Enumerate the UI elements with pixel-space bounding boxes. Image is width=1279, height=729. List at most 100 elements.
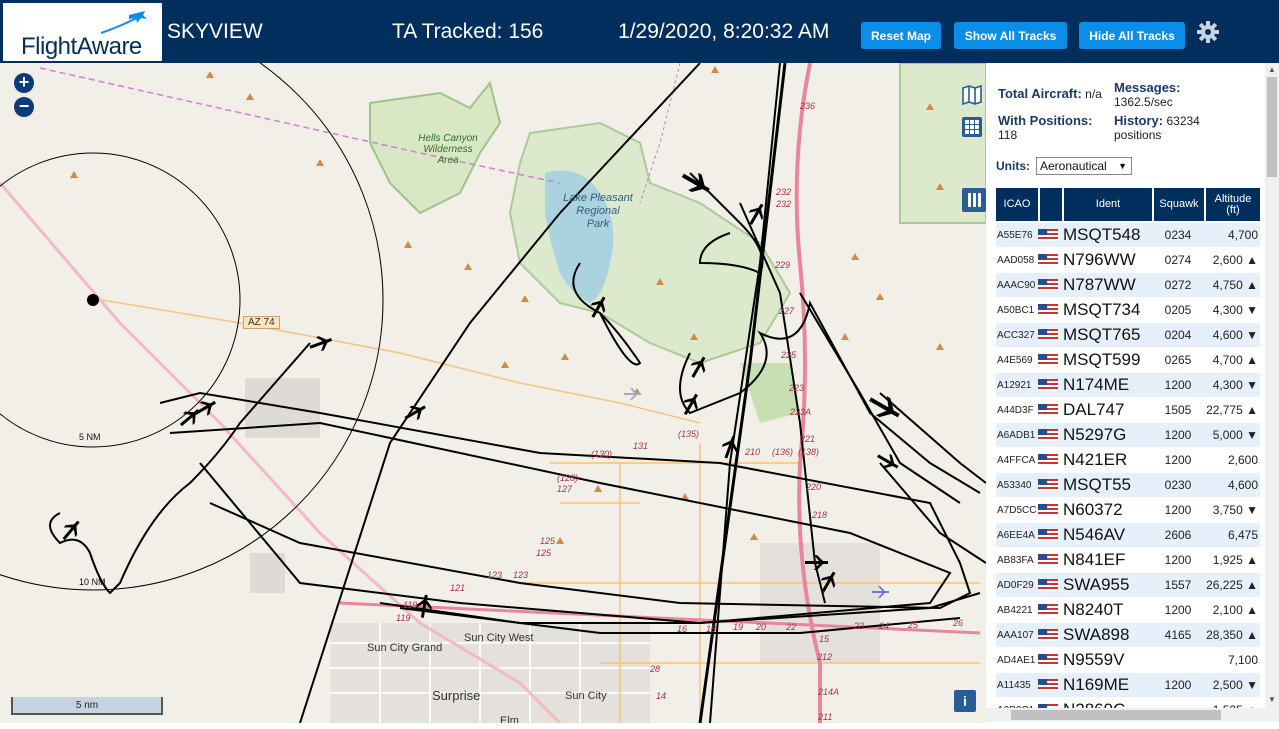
us-flag-icon [1038, 504, 1062, 516]
altitude-trend-icon: ▼ [1246, 328, 1258, 342]
cell-squawk: 0272 [1164, 278, 1192, 292]
aircraft-row[interactable]: A50BC1 MSQT734 0205 4,300 ▼ [996, 298, 1260, 323]
road-number: 24 [879, 621, 890, 631]
stat-unit: positions [1114, 128, 1162, 142]
datetime-display: 1/29/2020, 8:20:32 AM [618, 20, 830, 43]
altitude-value: 1,925 [1212, 553, 1243, 567]
aircraft-row[interactable]: A4E569 MSQT599 0265 4,700 ▲ [996, 348, 1260, 373]
aircraft-row[interactable]: A7D5CC N60372 1200 3,750 ▼ [996, 498, 1260, 523]
aircraft-row[interactable]: A11435 N169ME 1200 2,500 ▼ [996, 673, 1260, 698]
aircraft-row[interactable]: A4FFCA N421ER 1200 2,600 [996, 448, 1260, 473]
map-base-layer [0, 63, 986, 723]
map-layers-button[interactable] [960, 83, 984, 107]
aircraft-row[interactable]: AAAC90 N787WW 0272 4,750 ▲ [996, 273, 1260, 298]
road-number: 20 [756, 622, 767, 632]
info-button[interactable]: i [954, 690, 976, 712]
aircraft-row[interactable]: ACC327 MSQT765 0204 4,600 ▼ [996, 323, 1260, 348]
cell-squawk: 0230 [1164, 478, 1192, 492]
us-flag-icon [1038, 579, 1062, 591]
column-toggle-button[interactable] [962, 188, 986, 212]
aircraft-row[interactable]: A53340 MSQT55 0230 4,600 [996, 473, 1260, 498]
scrollbar-thumb[interactable] [1267, 77, 1277, 177]
scrollbar-thumb[interactable] [1011, 710, 1221, 720]
altitude-trend-icon: ▲ [1246, 628, 1258, 642]
zoom-in-button[interactable]: + [14, 73, 34, 93]
scroll-up-arrow-icon[interactable]: ▲ [1268, 65, 1276, 74]
us-flag-icon [1038, 354, 1062, 366]
units-select[interactable]: Aeronautical ▼ [1036, 157, 1132, 175]
aircraft-table-header: ICAO Ident Squawk Altitude (ft) [996, 188, 1260, 221]
column-header-icao[interactable]: ICAO [996, 188, 1038, 221]
grid-toggle-button[interactable] [960, 115, 984, 139]
cell-ident: MSQT548 [1063, 225, 1141, 244]
cell-ident: N841EF [1063, 550, 1126, 569]
cell-ident: SWA955 [1063, 575, 1130, 594]
aircraft-row[interactable]: AB4221 N8240T 1200 2,100 ▲ [996, 598, 1260, 623]
aircraft-row[interactable]: AD4AE1 N9559V 7,100 [996, 648, 1260, 673]
column-header-text: (ft) [1226, 203, 1240, 216]
sidebar-vertical-scrollbar[interactable]: ▲ ▼ [1265, 63, 1279, 708]
wilderness-label-line: Hells Canyon [418, 133, 478, 144]
aircraft-row[interactable]: A2B0C1N2869C1,525 ▲ [996, 698, 1260, 708]
range-ring-5nm-label: 5 NM [79, 432, 101, 442]
aircraft-row[interactable]: AAD058 N796WW 0274 2,600 ▲ [996, 248, 1260, 273]
cell-altitude: 2,600 ▲ [1204, 253, 1260, 267]
road-number: 19 [733, 622, 744, 632]
cell-altitude: 4,700 ▲ [1204, 353, 1260, 367]
cell-ident: N9559V [1063, 650, 1125, 669]
aircraft-row[interactable]: A44D3F DAL747 1505 22,775 ▲ [996, 398, 1260, 423]
cell-squawk: 1200 [1164, 428, 1192, 442]
aircraft-row[interactable]: AD0F29 SWA955 1557 26,225 ▲ [996, 573, 1260, 598]
column-header-flag[interactable] [1040, 188, 1062, 221]
aircraft-row[interactable]: AB83FA N841EF 1200 1,925 ▲ [996, 548, 1260, 573]
cell-altitude: 6,475 [1204, 528, 1260, 542]
top-bar: FlightAware SKYVIEW TA Tracked: 156 1/29… [0, 0, 1279, 63]
with-positions-stat: With Positions: 118 [998, 114, 1093, 143]
road-number: 127 [557, 484, 573, 494]
road-number: 131 [633, 441, 649, 451]
reset-map-button[interactable]: Reset Map [861, 22, 941, 49]
cell-squawk: 1200 [1164, 503, 1192, 517]
altitude-trend-icon: ▼ [1246, 378, 1258, 392]
hide-all-tracks-button[interactable]: Hide All Tracks [1079, 22, 1185, 49]
cell-altitude: 4,300 ▼ [1204, 303, 1260, 317]
road-number: (138) [798, 447, 820, 457]
us-flag-icon [1038, 329, 1062, 341]
cell-ident: SWA898 [1063, 625, 1130, 644]
map-canvas[interactable]: Hells Canyon Wilderness Area Lake Pleasa… [0, 63, 986, 723]
column-header-altitude[interactable]: Altitude (ft) [1206, 188, 1260, 221]
aircraft-row[interactable]: AAA107 SWA898 4165 28,350 ▲ [996, 623, 1260, 648]
road-number: 123 [487, 570, 503, 580]
flightaware-logo[interactable]: FlightAware [3, 3, 162, 61]
cell-icao: AAD058 [997, 254, 1035, 266]
aircraft-row[interactable]: A6EE4A N546AV 2606 6,475 [996, 523, 1260, 548]
show-all-tracks-button[interactable]: Show All Tracks [954, 22, 1067, 49]
road-number: 214A [818, 687, 840, 697]
app-title: SKYVIEW [167, 20, 263, 43]
cell-icao: A6ADB1 [997, 429, 1036, 441]
altitude-trend-icon: ▲ [1246, 278, 1258, 292]
road-number: 225 [781, 350, 797, 360]
cell-squawk: 0205 [1164, 303, 1192, 317]
column-header-squawk[interactable]: Squawk [1154, 188, 1204, 221]
altitude-value: 4,700 [1227, 228, 1258, 242]
cell-icao: A7D5CC [997, 504, 1037, 516]
aircraft-row[interactable]: A12921 N174ME 1200 4,300 ▼ [996, 373, 1260, 398]
sidebar: Total Aircraft: n/a Messages: 1362.5/sec … [986, 63, 1265, 708]
column-header-ident[interactable]: Ident [1064, 188, 1152, 221]
road-number: 16 [677, 624, 688, 634]
sidebar-horizontal-scrollbar[interactable] [986, 708, 1279, 722]
altitude-value: 28,350 [1206, 628, 1243, 642]
altitude-value: 3,750 [1212, 503, 1243, 517]
aircraft-row[interactable]: A6ADB1 N5297G 1200 5,000 ▼ [996, 423, 1260, 448]
road-number: 125 [536, 548, 552, 558]
zoom-out-button[interactable]: − [14, 97, 34, 117]
cell-icao: AB83FA [997, 554, 1034, 566]
road-number: (136) [772, 447, 794, 457]
road-number: 18 [706, 624, 717, 634]
wilderness-label-line: Wilderness [423, 144, 473, 155]
settings-gear-icon[interactable] [1196, 20, 1220, 44]
scroll-down-arrow-icon[interactable]: ▼ [1268, 695, 1276, 704]
place-label: Surprise [432, 688, 481, 703]
aircraft-row[interactable]: A55E76 MSQT548 0234 4,700 [996, 223, 1260, 248]
